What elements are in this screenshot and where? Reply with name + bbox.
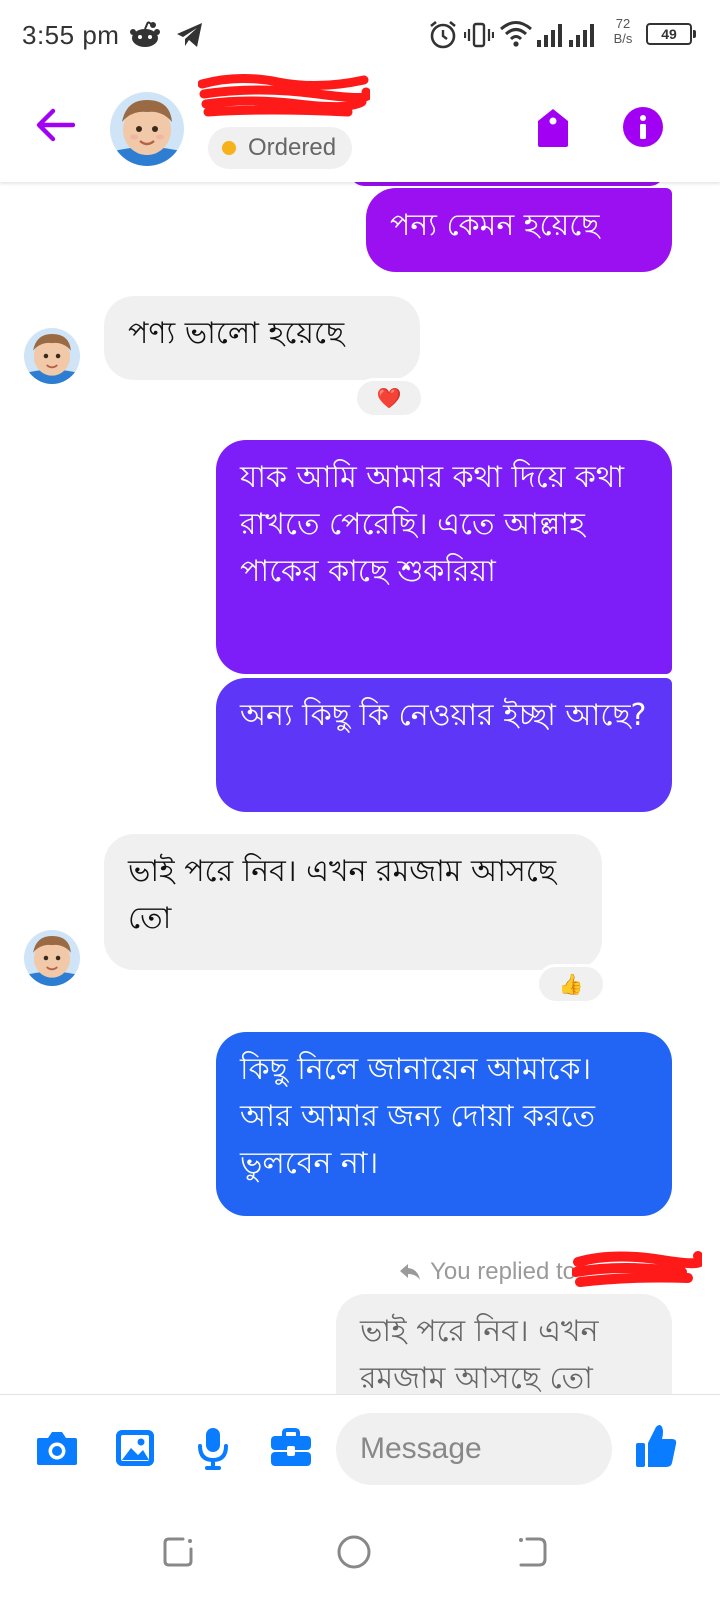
reply-context: You replied to bbox=[398, 1258, 576, 1286]
tag-icon bbox=[538, 109, 568, 147]
order-status-badge[interactable]: Ordered bbox=[208, 127, 353, 169]
sent-message[interactable]: পন্য কেমন হয়েছে bbox=[366, 188, 672, 272]
thumbs-up-reaction[interactable]: 👍 bbox=[536, 964, 606, 1004]
recent-apps-icon bbox=[163, 1537, 193, 1567]
briefcase-icon bbox=[271, 1428, 311, 1466]
status-bar: 3:55 pm 72 B/s 49 bbox=[0, 0, 720, 72]
sent-message[interactable]: অন্য কিছু কি নেওয়ার ইচ্ছা আছে? bbox=[216, 678, 672, 812]
back-button[interactable] bbox=[30, 100, 80, 150]
reply-icon bbox=[400, 1264, 421, 1280]
message-list[interactable]: পন্য কেমন হয়েছে পণ্য ভালো হয়েছে ❤️ যাক… bbox=[0, 182, 720, 1394]
battery-level: 49 bbox=[661, 26, 677, 42]
network-speed-unit: B/s bbox=[613, 31, 633, 46]
camera-button[interactable] bbox=[34, 1425, 80, 1471]
signal-icon bbox=[536, 22, 566, 48]
sent-message[interactable]: কিছু নিলে জানায়েন আমাকে। আর আমার জন্য দ… bbox=[216, 1032, 672, 1216]
quoted-message[interactable]: ভাই পরে নিব। এখন রমজাম আসছে তো bbox=[336, 1294, 672, 1394]
sent-message[interactable]: যাক আমি আমার কথা দিয়ে কথা রাখতে পেরেছি।… bbox=[216, 440, 672, 674]
signal-icon-2 bbox=[568, 22, 598, 48]
home-circle-icon bbox=[337, 1535, 371, 1569]
microphone-icon bbox=[198, 1428, 228, 1470]
vibrate-icon bbox=[464, 20, 494, 50]
composer-bar bbox=[0, 1394, 720, 1504]
back-nav-icon bbox=[519, 1537, 547, 1567]
thumbs-up-icon bbox=[636, 1425, 677, 1467]
info-button[interactable] bbox=[620, 104, 666, 150]
message-input[interactable] bbox=[336, 1413, 612, 1485]
contact-avatar[interactable] bbox=[110, 92, 184, 166]
contact-avatar-small[interactable] bbox=[24, 328, 80, 384]
image-icon bbox=[116, 1430, 154, 1466]
gallery-button[interactable] bbox=[112, 1425, 158, 1471]
status-dot bbox=[222, 141, 236, 155]
chat-header: Ordered bbox=[0, 72, 720, 182]
alarm-icon bbox=[428, 20, 458, 50]
arrow-left-icon bbox=[36, 108, 75, 142]
label-button[interactable] bbox=[530, 102, 576, 154]
back-nav-button[interactable] bbox=[508, 1528, 556, 1576]
network-speed: 72 B/s bbox=[606, 16, 640, 46]
status-time: 3:55 pm bbox=[22, 20, 120, 50]
camera-icon bbox=[37, 1432, 77, 1465]
reply-label: You replied to bbox=[430, 1258, 576, 1285]
voice-button[interactable] bbox=[190, 1425, 236, 1471]
telegram-icon bbox=[174, 20, 206, 50]
recent-apps-button[interactable] bbox=[154, 1528, 202, 1576]
received-message[interactable]: পণ্য ভালো হয়েছে bbox=[104, 296, 420, 380]
heart-icon: ❤️ bbox=[376, 386, 402, 410]
system-navigation-bar bbox=[0, 1504, 720, 1600]
previous-message-edge bbox=[350, 182, 664, 186]
reddit-icon bbox=[128, 18, 162, 50]
contact-avatar-small[interactable] bbox=[24, 930, 80, 986]
heart-reaction[interactable]: ❤️ bbox=[354, 378, 424, 418]
thumbs-up-icon: 👍 bbox=[558, 972, 584, 996]
like-button[interactable] bbox=[632, 1421, 680, 1471]
wifi-icon bbox=[498, 18, 534, 48]
received-message[interactable]: ভাই পরে নিব। এখন রমজাম আসছে তো bbox=[104, 834, 602, 970]
order-status-label: Ordered bbox=[248, 134, 337, 161]
redacted-contact-name bbox=[198, 73, 370, 117]
battery-icon: 49 bbox=[646, 23, 696, 45]
info-icon bbox=[623, 107, 663, 147]
redacted-reply-name bbox=[572, 1251, 702, 1287]
network-speed-value: 72 bbox=[615, 16, 631, 31]
business-tools-button[interactable] bbox=[268, 1425, 314, 1471]
home-button[interactable] bbox=[330, 1528, 378, 1576]
